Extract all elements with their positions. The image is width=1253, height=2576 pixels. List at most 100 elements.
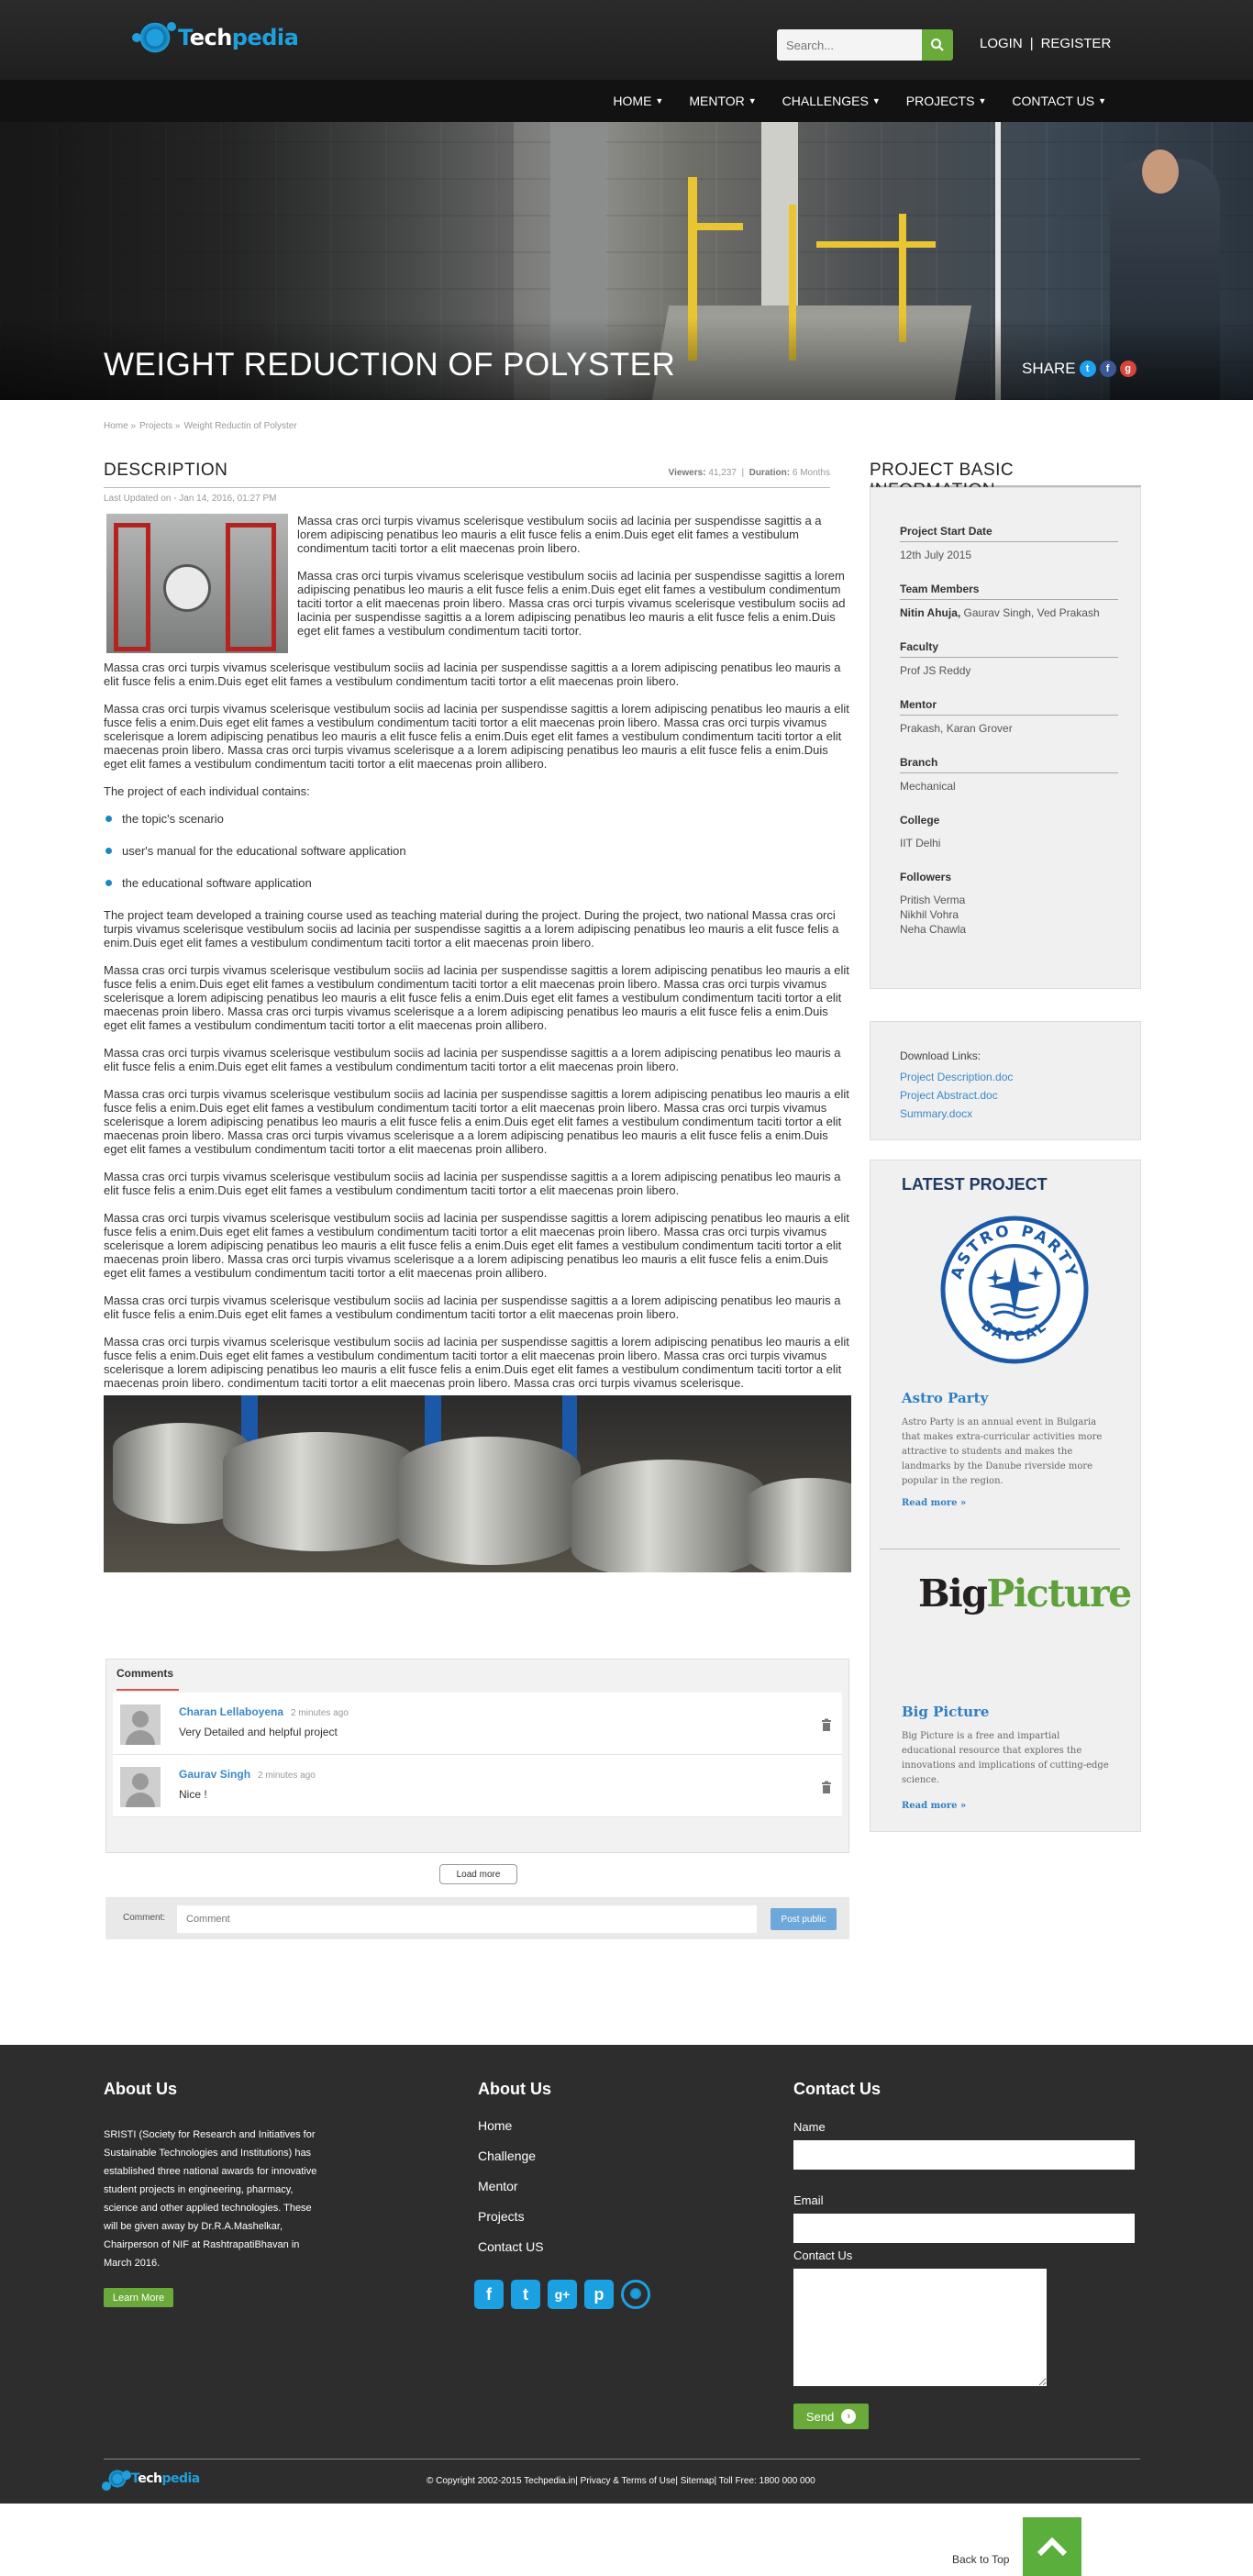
hero-rail [688, 223, 743, 230]
post-public-button[interactable]: Post public [771, 1908, 837, 1930]
footer-link-contact[interactable]: Contact US [478, 2239, 544, 2254]
breadcrumb-projects[interactable]: Projects » [139, 421, 180, 431]
download-link[interactable]: Project Description.doc [900, 1068, 1140, 1086]
twitter-icon[interactable]: t [511, 2280, 540, 2309]
description-title: DESCRIPTION [104, 461, 228, 480]
info-label: Faculty [900, 640, 1118, 658]
footer-link-projects[interactable]: Projects [478, 2209, 544, 2224]
email-field[interactable] [793, 2214, 1135, 2243]
google-plus-icon[interactable]: g+ [548, 2280, 577, 2309]
info-college: College IIT Delhi [900, 814, 1118, 850]
facebook-icon[interactable]: f [474, 2280, 504, 2309]
list-item: user's manual for the educational softwa… [104, 844, 851, 858]
footer-logo[interactable]: Techpedia [102, 2469, 200, 2491]
nav-projects[interactable]: PROJECTS ▼ [906, 94, 987, 108]
comment-form: Comment: Post public [105, 1897, 849, 1939]
comment-list: Charan Lellaboyena 2 minutes ago Very Det… [113, 1693, 842, 1817]
nav-mentor[interactable]: MENTOR ▼ [689, 94, 756, 108]
search-input[interactable] [777, 29, 922, 61]
info-label: College [900, 814, 940, 827]
tab-comments[interactable]: Comments [116, 1667, 179, 1691]
footer-link-home[interactable]: Home [478, 2118, 544, 2133]
main-nav: HOME ▼ MENTOR ▼ CHALLENGES ▼ PROJECTS ▼ CONT… [613, 80, 1106, 122]
viewers-count: 41,237 [708, 468, 737, 478]
nav-challenges[interactable]: CHALLENGES ▼ [782, 94, 881, 108]
astro-party-logo[interactable]: ASTRO PARTY BAYCAL [940, 1216, 1089, 1364]
last-updated: Last Updated on - Jan 14, 2016, 01:27 PM [104, 494, 277, 504]
search-box [777, 29, 953, 61]
chevron-down-icon: ▼ [978, 96, 987, 105]
read-more-link[interactable]: Read more » [902, 1801, 966, 1811]
breadcrumb-home[interactable]: Home » [104, 421, 136, 431]
logo-text: Techpedia [131, 2471, 200, 2486]
image-frame [114, 523, 150, 651]
image-detail [397, 1437, 581, 1565]
footer-links-title: About Us [478, 2080, 551, 2098]
trash-icon[interactable] [820, 1718, 833, 1731]
downloads-title: Download Links: [900, 1049, 981, 1062]
google-plus-icon[interactable]: g [1119, 361, 1137, 377]
big-picture-logo[interactable]: BigPicture [918, 1571, 1132, 1616]
chevron-down-icon: ▼ [871, 96, 881, 105]
info-label: Followers [900, 871, 952, 883]
description-header: DESCRIPTION Viewers: 41,237 | Duration: … [104, 461, 830, 488]
footer-links: Home Challenge Mentor Projects Contact U… [478, 2118, 544, 2270]
facebook-icon[interactable]: f [1099, 361, 1116, 377]
comment-author[interactable]: Gaurav Singh 2 minutes ago [179, 1768, 316, 1781]
pinterest-icon[interactable]: p [584, 2280, 614, 2309]
hero-rail [816, 241, 936, 248]
follower-name[interactable]: Pritish Verma [900, 893, 1118, 907]
info-mentor: Mentor Prakash, Karan Grover [900, 698, 1118, 736]
latest-project-name[interactable]: Big Picture [902, 1704, 989, 1720]
latest-project-name[interactable]: Astro Party [902, 1390, 988, 1406]
info-faculty: Faculty Prof JS Reddy [900, 640, 1118, 678]
send-button[interactable]: Send › [793, 2404, 869, 2429]
chevron-down-icon: ▼ [748, 96, 757, 105]
info-value: 12th July 2015 [900, 549, 972, 561]
footer-link-challenge[interactable]: Challenge [478, 2149, 544, 2163]
name-label: Name [793, 2120, 826, 2134]
nav-contact-us[interactable]: CONTACT US ▼ [1012, 94, 1106, 108]
paragraph: Massa cras orci turpis vivamus scelerisq… [104, 1294, 841, 1321]
downloads-box: Download Links: Project Description.doc … [870, 1021, 1141, 1140]
message-field[interactable] [793, 2269, 1047, 2386]
follower-name[interactable]: Neha Chawla [900, 922, 1118, 937]
download-link[interactable]: Project Abstract.doc [900, 1086, 1140, 1105]
chevron-down-icon: ▼ [1098, 96, 1106, 105]
info-label: Mentor [900, 698, 1118, 716]
arrow-right-icon: › [841, 2409, 857, 2424]
footer-link-mentor[interactable]: Mentor [478, 2179, 544, 2193]
name-field[interactable] [793, 2140, 1135, 2170]
follower-name[interactable]: Nikhil Vohra [900, 907, 1118, 922]
comment-input[interactable] [177, 1905, 757, 1933]
project-meta: Viewers: 41,237 | Duration: 6 Months [668, 468, 830, 478]
info-start-date: Project Start Date 12th July 2015 [900, 525, 1118, 562]
download-link[interactable]: Summary.docx [900, 1105, 1140, 1123]
paragraph: Massa cras orci turpis vivamus scelerisq… [104, 1170, 841, 1197]
paragraph: Massa cras orci turpis vivamus scelerisq… [104, 1046, 841, 1073]
login-link[interactable]: LOGIN [980, 36, 1023, 51]
learn-more-button[interactable]: Learn More [104, 2288, 173, 2307]
search-button[interactable] [922, 29, 953, 61]
register-link[interactable]: REGISTER [1041, 36, 1112, 51]
comment-author[interactable]: Charan Lellaboyena 2 minutes ago [179, 1705, 349, 1718]
twitter-icon[interactable]: t [1079, 361, 1096, 377]
trash-icon[interactable] [820, 1781, 833, 1793]
site-logo[interactable]: Techpedia [132, 20, 299, 55]
read-more-link[interactable]: Read more » [902, 1498, 966, 1508]
avatar [120, 1704, 161, 1745]
nav-home[interactable]: HOME ▼ [613, 94, 663, 108]
dribbble-icon[interactable]: ✺ [621, 2280, 650, 2309]
info-value: IIT Delhi [900, 837, 941, 849]
back-to-top-button[interactable] [1023, 2517, 1081, 2576]
latest-project-box: LATEST PROJECT ASTRO PARTY BAYCAL Astro … [870, 1160, 1141, 1832]
copyright-text: © Copyright 2002-2015 Techpedia.in| Priv… [427, 2476, 815, 2486]
top-header: Techpedia LOGIN | REGISTER [0, 0, 1253, 80]
breadcrumb: Home » Projects » Weight Reductin of Pol… [104, 421, 297, 431]
footer-about-title: About Us [104, 2080, 177, 2098]
info-branch: Branch Mechanical [900, 756, 1118, 794]
back-to-top-link[interactable]: Back to Top [952, 2553, 1009, 2566]
message-label: Contact Us [793, 2248, 853, 2262]
load-more-button[interactable]: Load more [439, 1864, 517, 1884]
share-bar: SHARE t f g [1022, 360, 1137, 378]
